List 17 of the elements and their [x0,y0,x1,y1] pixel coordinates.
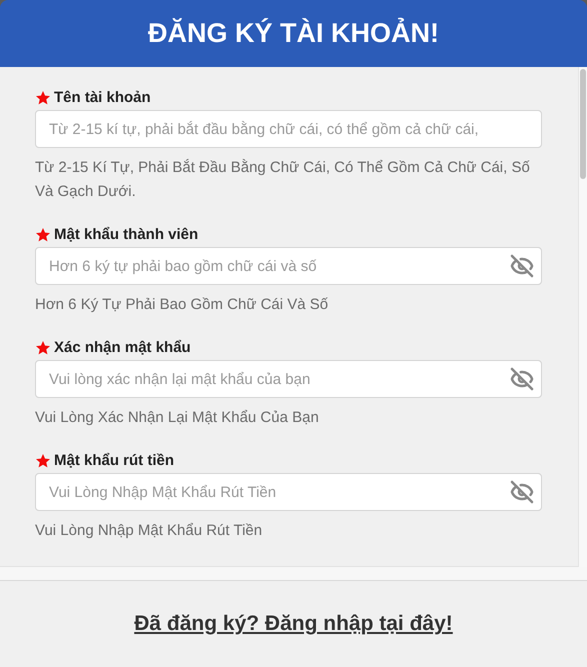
help-text: Hơn 6 Ký Tự Phải Bao Gồm Chữ Cái Và Số [35,295,330,315]
input-field[interactable]: Vui Lòng Nhập Mật Khẩu Rút Tiền [35,473,542,511]
hide-password-icon[interactable] [510,480,534,504]
hide-password-icon[interactable] [510,367,534,391]
page-title: ĐĂNG KÝ TÀI KHOẢN! [148,16,439,50]
input-field[interactable]: Hơn 6 ký tự phải bao gồm chữ cái và số [35,247,542,285]
scrollbar[interactable] [578,67,587,567]
field-label: Mật khẩu thành viên [54,224,198,245]
help-text: Vui Lòng Nhập Mật Khẩu Rút Tiền [35,521,264,541]
input-field[interactable]: Từ 2-15 kí tự, phải bắt đầu bằng chữ cái, có thể gồm cả chữ cái, [35,110,542,148]
input-field[interactable]: Vui lòng xác nhận lại mật khẩu của bạn [35,360,542,398]
field-label: Mật khẩu rút tiền [54,450,174,471]
field-label: Xác nhận mật khẩu [54,338,191,358]
help-text: Vui Lòng Xác Nhận Lại Mật Khẩu Của Bạn [35,408,320,428]
hide-password-icon[interactable] [510,254,534,278]
help-text: Từ 2-15 Kí Tự, Phải Bắt Đầu Bằng Chữ Cái, Có Thể Gồm Cả Chữ Cái, Số Và Gạch Dưới. [35,158,531,202]
field-label: Tên tài khoản [54,88,151,108]
